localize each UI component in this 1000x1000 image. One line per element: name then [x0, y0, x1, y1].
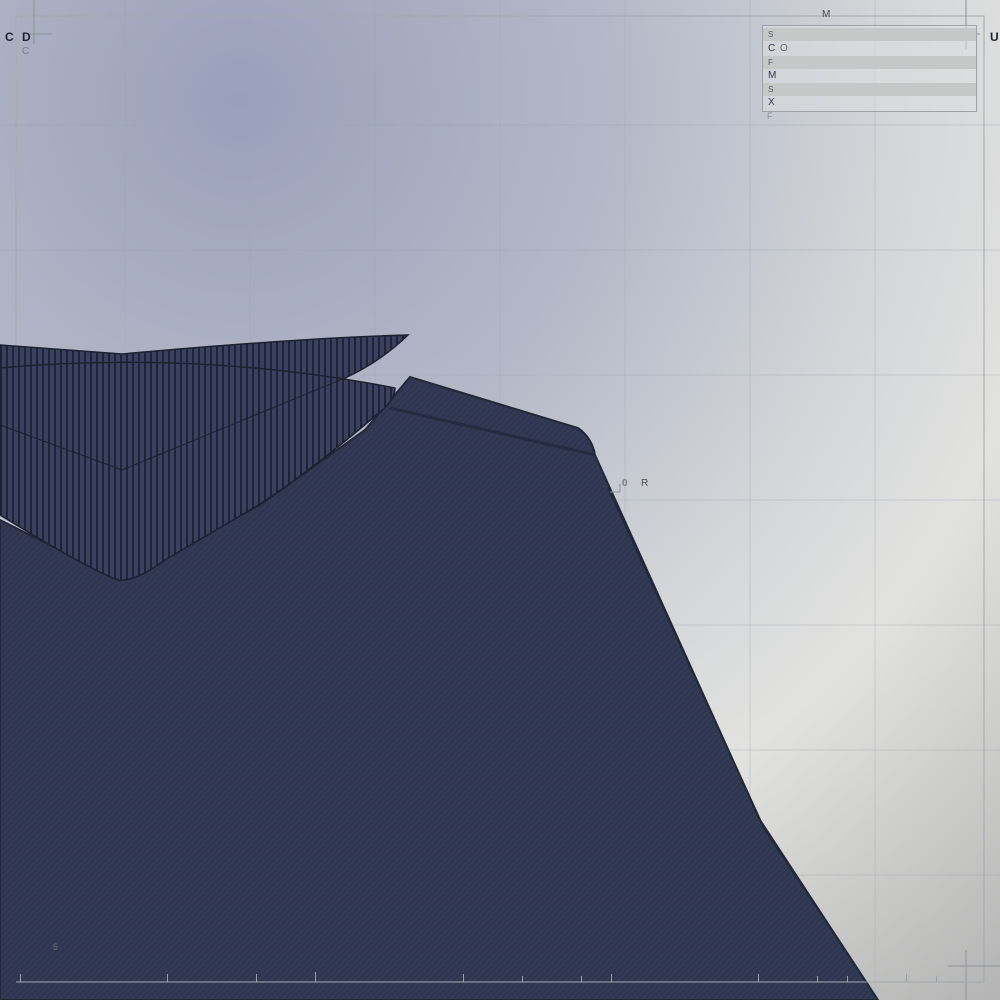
legend-footer: F	[767, 111, 773, 121]
legend-title: M	[822, 9, 831, 20]
legend-row-value: O	[780, 43, 788, 54]
legend-row-key: C	[768, 43, 776, 54]
corner-label-top-left-a: C	[5, 30, 14, 44]
legend-row[interactable]: X	[763, 96, 976, 109]
legend-row[interactable]: F	[763, 56, 976, 69]
legend-row[interactable]: S	[763, 83, 976, 96]
legend-row[interactable]: S	[763, 28, 976, 41]
scale-label: 5	[53, 942, 59, 952]
legend-row-key: F	[768, 58, 773, 67]
corner-label-top-left-b: D	[22, 30, 31, 44]
legend-row[interactable]: C O	[763, 42, 976, 55]
corner-label-top-left-sub: C	[22, 46, 30, 57]
legend-row-key: M	[768, 70, 777, 81]
annotation-value: 0	[622, 478, 628, 489]
legend-row[interactable]: M	[763, 69, 976, 82]
legend-row-key: S	[768, 30, 774, 39]
legend-row-key: S	[768, 85, 774, 94]
viewport-canvas[interactable]	[0, 0, 1000, 1000]
corner-label-top-right-b: U	[990, 30, 999, 44]
legend-panel[interactable]: S C O F M S X	[762, 25, 977, 112]
annotation-label: R	[641, 478, 649, 489]
legend-row-key: X	[768, 97, 775, 108]
